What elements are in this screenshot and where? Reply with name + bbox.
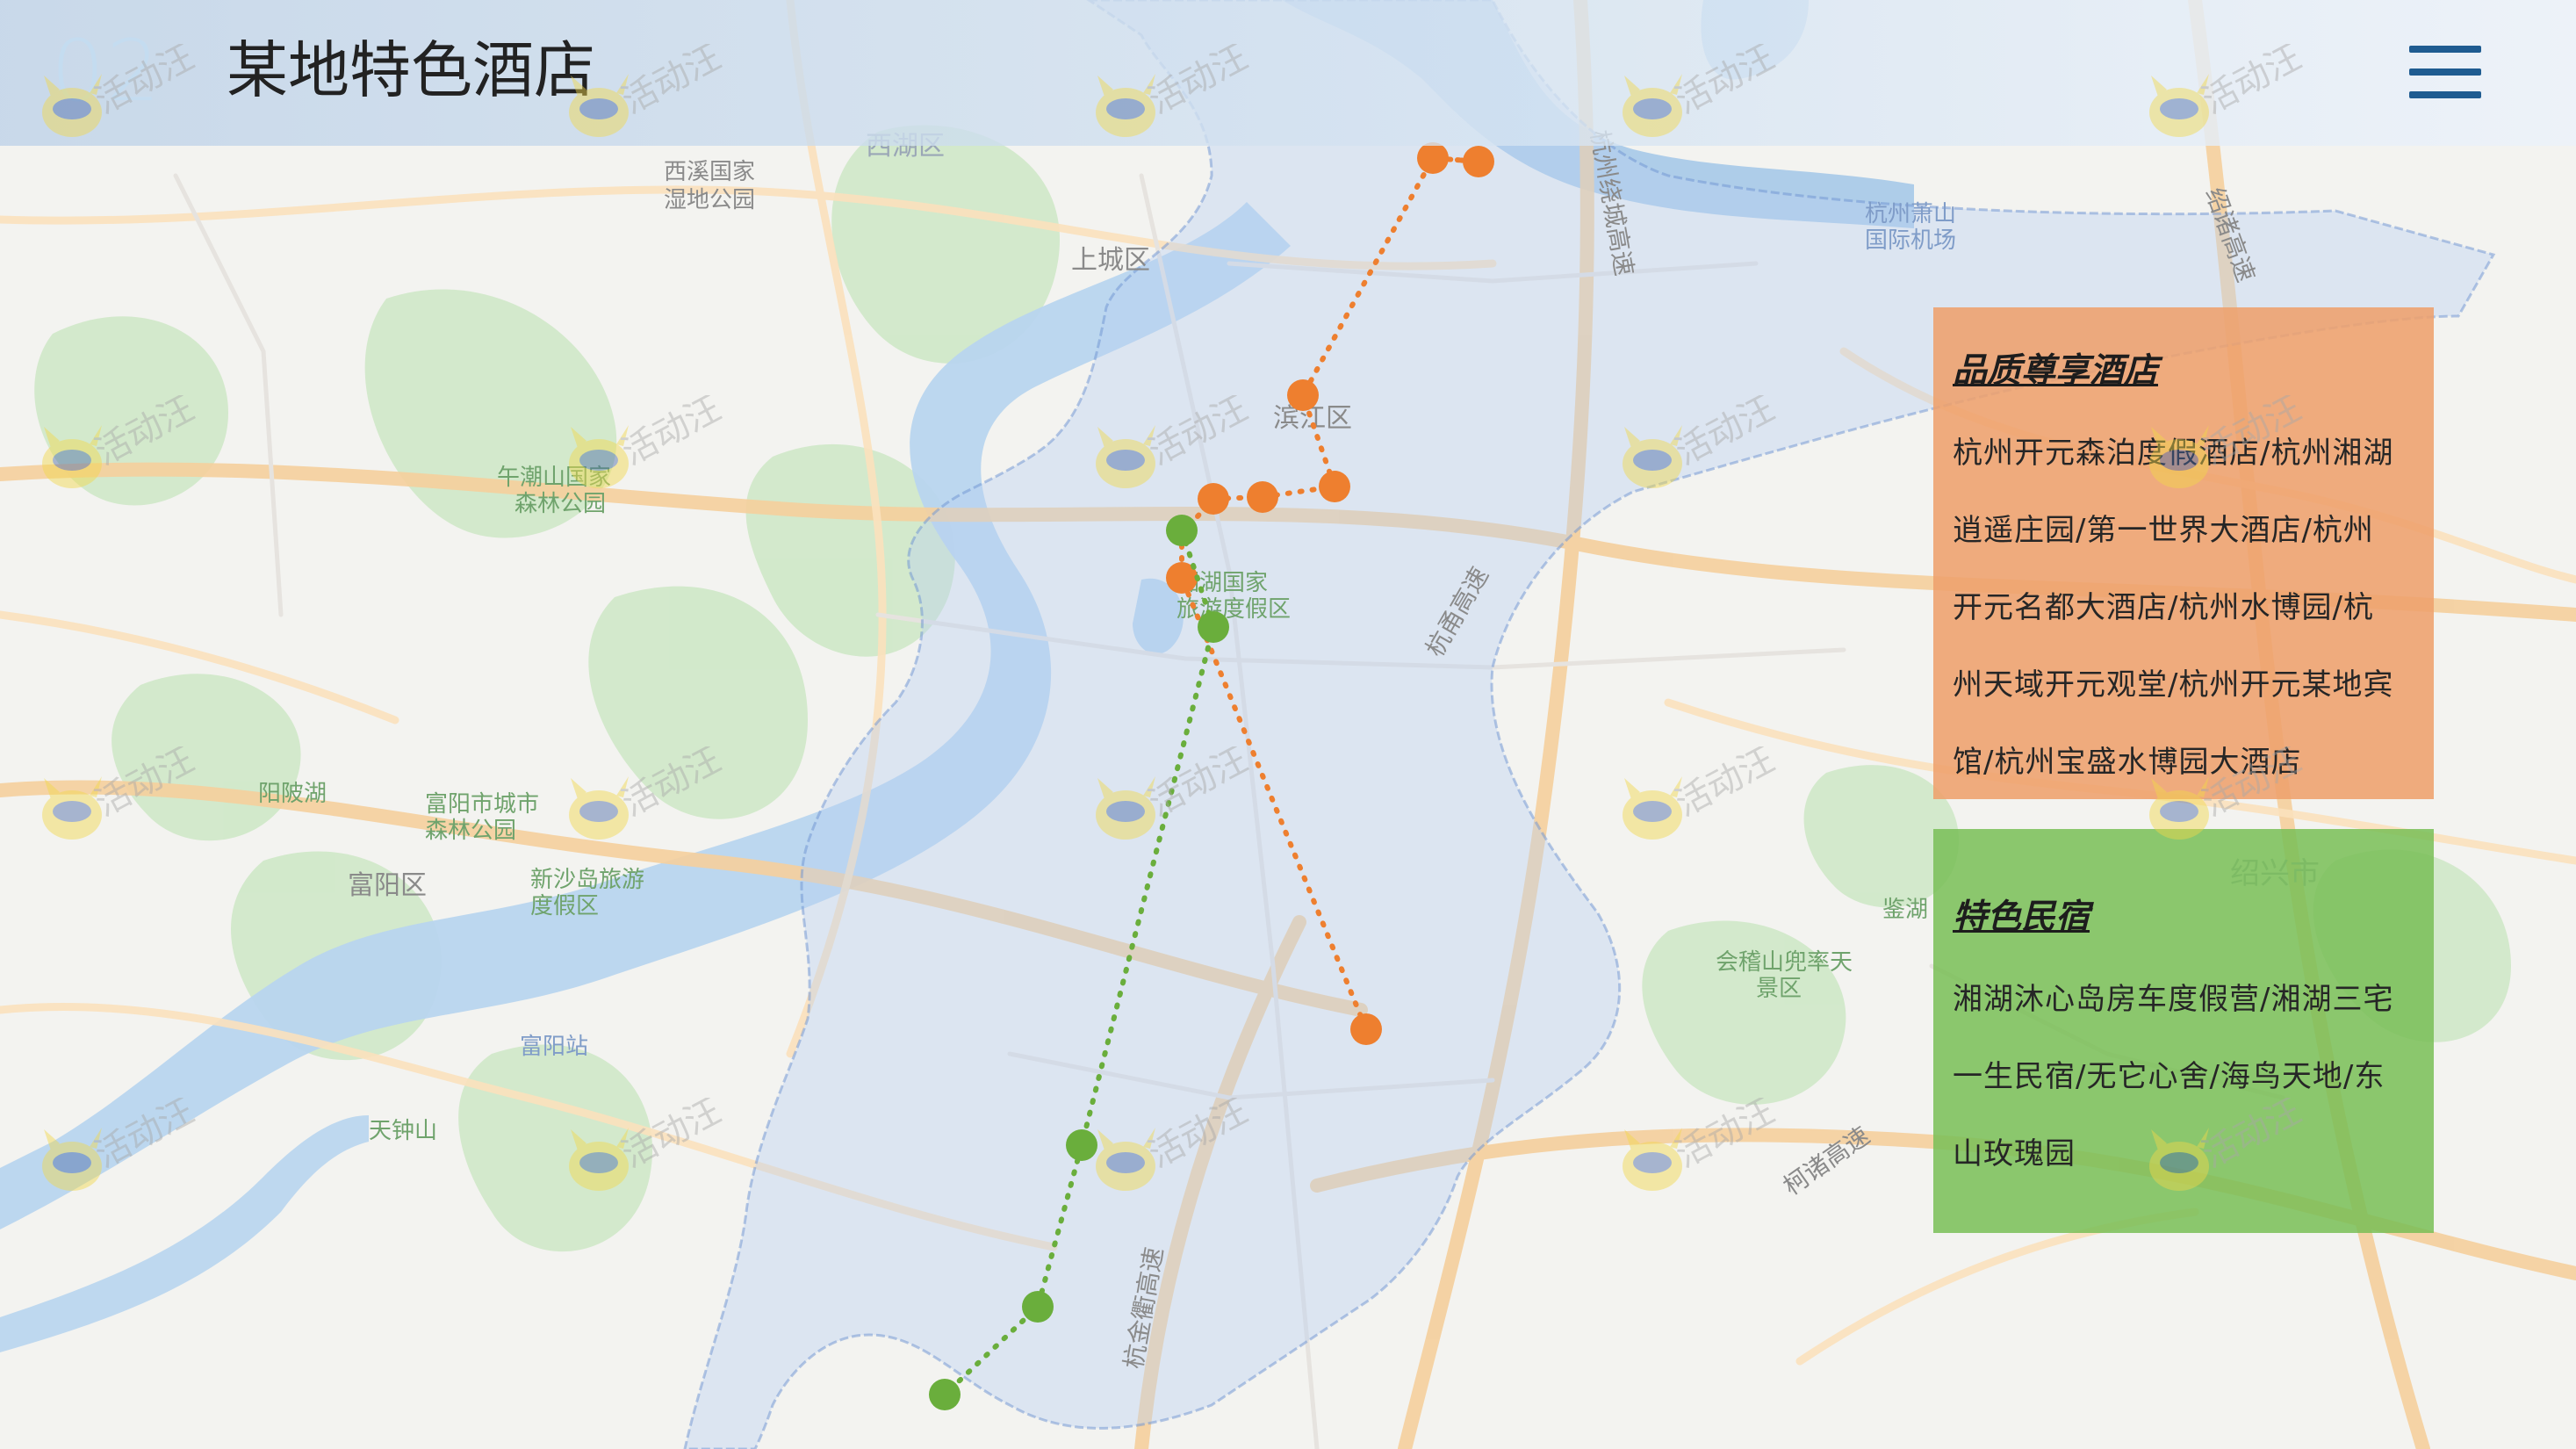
- map-label-jianhu: 鉴湖: [1882, 897, 1928, 923]
- featured-bnb-line: 一生民宿/无它心舍/海鸟天地/东: [1953, 1059, 2385, 1094]
- quality-hotels-title: 品质尊享酒店: [1953, 351, 2159, 391]
- quality-hotels-line: 开元名都大酒店/杭州水博园/杭: [1953, 590, 2374, 625]
- hamburger-menu-icon[interactable]: [2409, 46, 2481, 98]
- header-bar: 02 某地特色酒店: [0, 0, 2576, 146]
- route-bnb-point: [1166, 515, 1198, 546]
- map-label-tianzhongshan: 天钟山: [369, 1118, 437, 1144]
- route-quality-point: [1198, 483, 1229, 515]
- route-bnb-point: [929, 1379, 961, 1410]
- map-label-shangcheng: 上城区: [1071, 245, 1150, 276]
- map-label-yangpo: 阳陂湖: [258, 781, 327, 807]
- route-quality-point: [1417, 142, 1449, 174]
- quality-hotels-line: 州天域开元观堂/杭州开元某地宾: [1953, 667, 2394, 703]
- featured-bnb-title: 特色民宿: [1953, 898, 2090, 937]
- quality-hotels-panel: 品质尊享酒店 杭州开元森泊度假酒店/杭州湘湖 逍遥庄园/第一世界大酒店/杭州 开…: [1933, 307, 2434, 799]
- route-quality-point: [1247, 481, 1278, 513]
- route-bnb-point: [1066, 1129, 1097, 1161]
- map-label-wuchao: 午潮山国家森林公园: [497, 465, 611, 517]
- page-title: 某地特色酒店: [227, 34, 595, 106]
- map-label-binjiang: 滨江区: [1273, 403, 1352, 434]
- slide: 西溪国家湿地公园 西湖区 上城区 滨江区 杭州萧山国际机场 午潮山国家森林公园 …: [0, 0, 2576, 1449]
- route-quality-point: [1463, 146, 1494, 177]
- featured-bnb-line: 山玫瑰园: [1953, 1136, 2076, 1171]
- route-quality-point: [1350, 1013, 1382, 1045]
- quality-hotels-line: 杭州开元森泊度假酒店/杭州湘湖: [1953, 436, 2394, 471]
- route-bnb-point: [1022, 1291, 1054, 1323]
- map-label-airport: 杭州萧山国际机场: [1865, 201, 1956, 254]
- map-label-fuyang-station: 富阳站: [520, 1034, 588, 1060]
- section-number: 02: [51, 22, 162, 120]
- route-quality-point: [1319, 471, 1350, 502]
- featured-bnb-line: 湘湖沐心岛房车度假营/湘湖三宅: [1953, 982, 2394, 1017]
- quality-hotels-list: 杭州开元森泊度假酒店/杭州湘湖 逍遥庄园/第一世界大酒店/杭州 开元名都大酒店/…: [1953, 415, 2414, 801]
- quality-hotels-line: 逍遥庄园/第一世界大酒店/杭州: [1953, 513, 2374, 548]
- route-quality-point: [1287, 379, 1319, 411]
- route-bnb-point: [1198, 611, 1229, 643]
- featured-bnb-list: 湘湖沐心岛房车度假营/湘湖三宅 一生民宿/无它心舍/海鸟天地/东 山玫瑰园: [1953, 961, 2414, 1193]
- quality-hotels-line: 馆/杭州宝盛水博园大酒店: [1953, 745, 2302, 780]
- map-label-fuyang: 富阳区: [348, 870, 427, 901]
- featured-bnb-panel: 特色民宿 湘湖沐心岛房车度假营/湘湖三宅 一生民宿/无它心舍/海鸟天地/东 山玫…: [1933, 829, 2434, 1233]
